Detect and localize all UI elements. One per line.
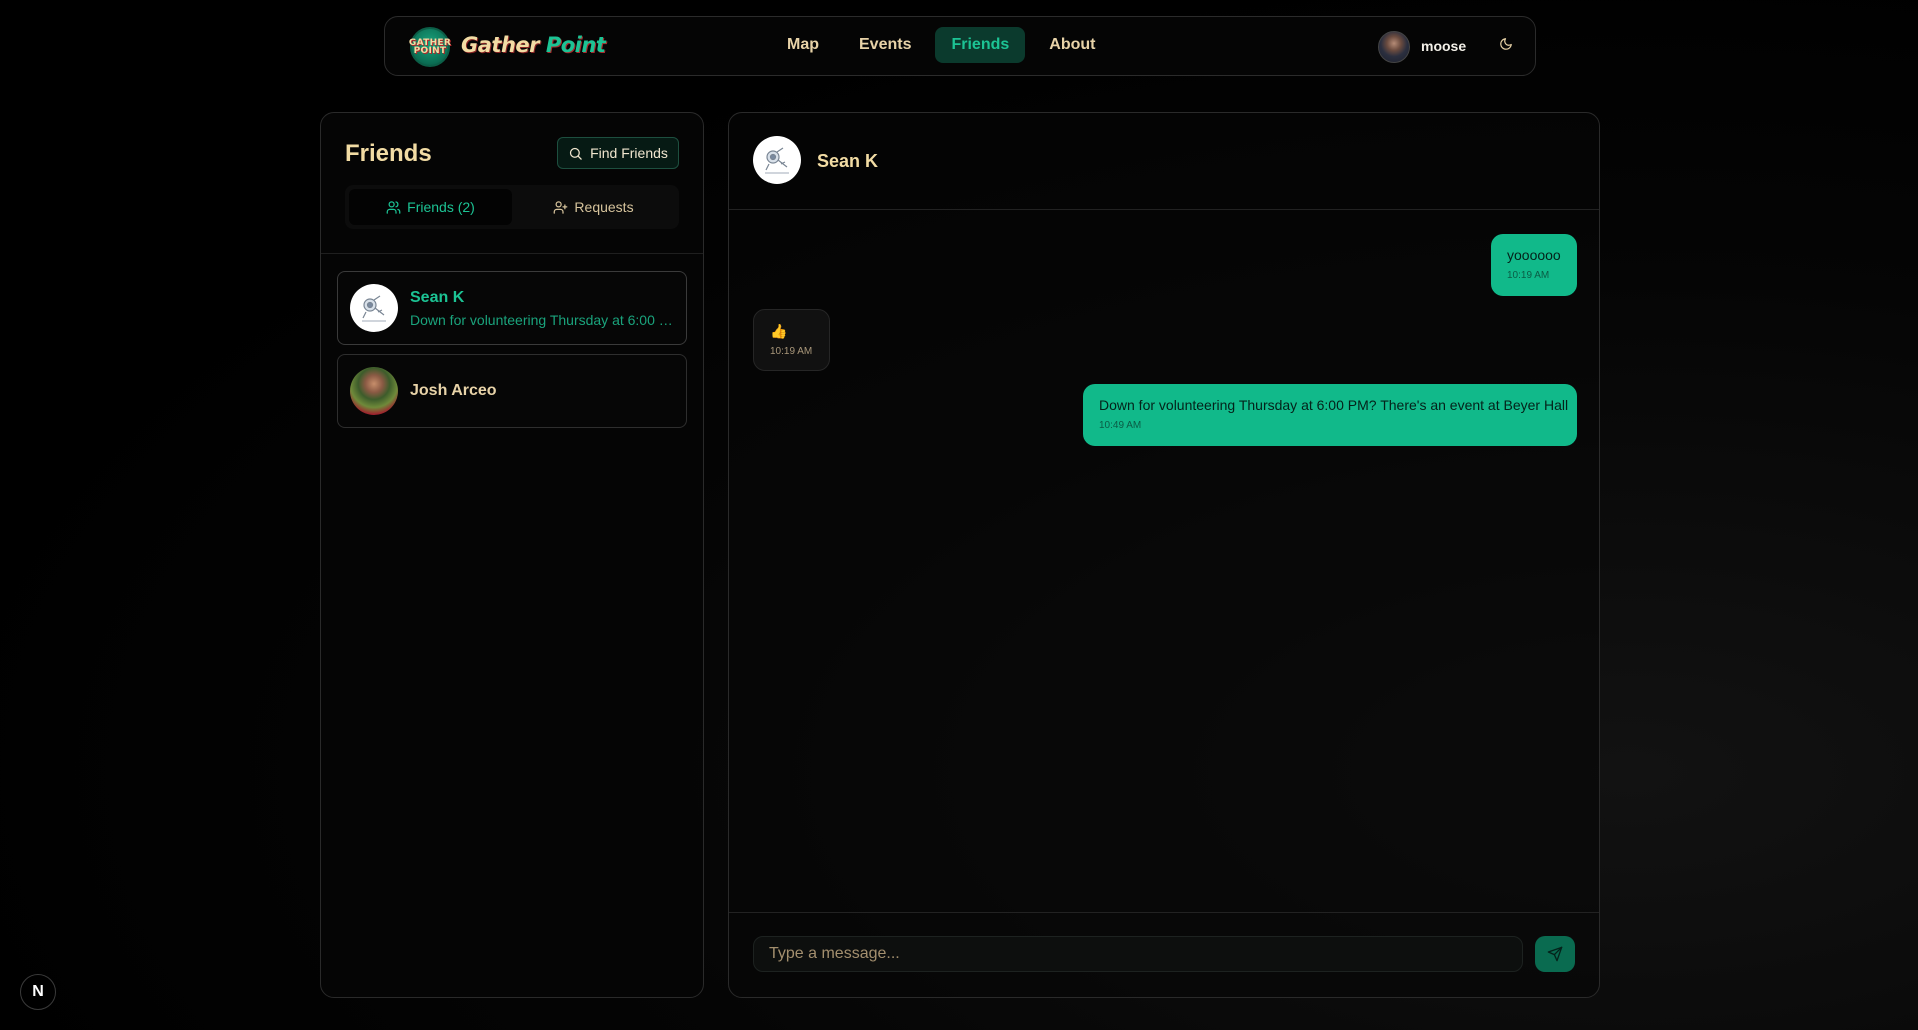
message-input[interactable] [753,936,1523,972]
message-incoming: 👍 10:19 AM [753,309,830,371]
send-button[interactable] [1535,936,1575,972]
message-time: 10:19 AM [1507,270,1550,281]
nav-links: Map Events Friends About [771,27,1111,65]
message-text: yoooooo [1507,247,1561,263]
tab-friends-label: Friends (2) [407,199,475,215]
friend-item-josh-arceo[interactable]: Josh Arceo [337,354,687,428]
tab-friends[interactable]: Friends (2) [349,189,512,225]
user-name[interactable]: moose [1421,38,1466,54]
friend-last-message: Down for volunteering Thursday at 6:00 P… [410,312,675,328]
friends-title: Friends [345,140,432,167]
chat-composer [729,912,1599,997]
user-plus-icon [554,200,568,214]
chat-panel: Sean K yoooooo 10:19 AM 👍 10:19 AM Down … [728,112,1600,998]
nav-link-about[interactable]: About [1033,27,1111,63]
message-text: Down for volunteering Thursday at 6:00 P… [1099,397,1569,413]
users-icon [386,200,401,214]
top-navbar: GATHER POINT Gather Point Map Events Fri… [384,16,1536,76]
chat-header: Sean K [729,113,1599,210]
friends-tabs: Friends (2) Requests [345,185,679,229]
brand-logo[interactable]: GATHER POINT [409,27,451,67]
friend-name: Sean K [410,289,465,306]
tab-requests[interactable]: Requests [512,189,675,225]
brand-name-part1: Gather [461,33,540,57]
message-time: 10:49 AM [1099,420,1142,431]
tab-requests-label: Requests [574,199,634,215]
find-friends-label: Find Friends [590,145,668,161]
send-icon [1547,946,1563,962]
message-outgoing: Down for volunteering Thursday at 6:00 P… [1083,384,1577,446]
friend-avatar [350,367,398,415]
brand-logo-text-bottom: POINT [413,46,447,56]
friend-list: Sean K Down for volunteering Thursday at… [337,271,687,437]
message-time: 10:19 AM [770,346,813,357]
friend-item-sean-k[interactable]: Sean K Down for volunteering Thursday at… [337,271,687,345]
message-outgoing: yoooooo 10:19 AM [1491,234,1577,296]
moon-icon [1500,38,1512,50]
dev-tools-badge[interactable]: N [20,974,56,1010]
theme-toggle-button[interactable] [1493,31,1519,57]
chat-contact-name: Sean K [817,151,879,171]
friend-avatar [350,284,398,332]
user-avatar[interactable] [1378,31,1410,63]
nav-link-friends[interactable]: Friends [935,27,1026,63]
brand-name[interactable]: Gather Point [461,33,606,57]
panel-divider [321,253,703,254]
nav-link-events[interactable]: Events [843,27,927,63]
nav-link-map[interactable]: Map [771,27,835,63]
message-text: 👍 [770,323,788,339]
search-icon [569,147,582,160]
chat-contact-avatar [753,136,801,184]
friend-name: Josh Arceo [410,382,497,399]
friends-panel: Friends Find Friends Friends (2) Request… [320,112,704,998]
brand-name-part2: Point [545,33,606,57]
find-friends-button[interactable]: Find Friends [557,137,679,169]
